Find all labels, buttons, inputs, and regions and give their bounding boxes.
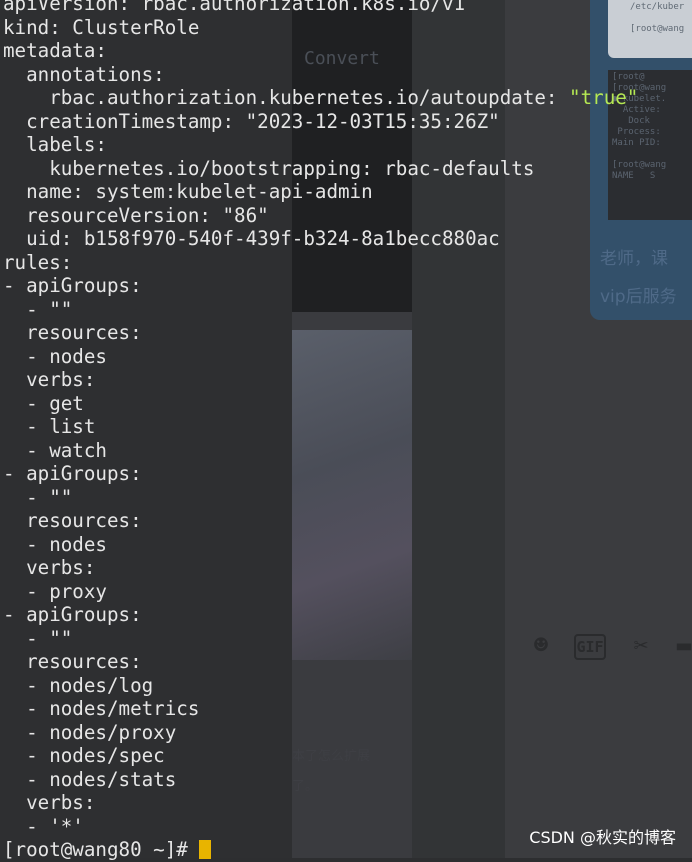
terminal-line: annotations: xyxy=(3,62,165,86)
watermark: CSDN @秋实的博客 xyxy=(529,828,676,847)
terminal-line: apiVersion: rbac.authorization.k8s.io/v1 xyxy=(3,0,466,15)
terminal-line: - nodes xyxy=(3,532,107,556)
terminal-line: - watch xyxy=(3,438,107,462)
terminal-line: rules: xyxy=(3,250,73,274)
terminal-line: - nodes xyxy=(3,344,107,368)
terminal-line: - nodes/proxy xyxy=(3,720,177,744)
terminal-line: kind: ClusterRole xyxy=(3,15,200,39)
terminal-window[interactable]: apiVersion: rbac.authorization.k8s.io/v1… xyxy=(0,0,638,861)
terminal-line: - nodes/stats xyxy=(3,767,177,791)
terminal-output: apiVersion: rbac.authorization.k8s.io/v1… xyxy=(3,0,638,862)
terminal-line: - apiGroups: xyxy=(3,274,142,297)
terminal-line: kubernetes.io/bootstrapping: rbac-defaul… xyxy=(3,156,535,180)
terminal-line: - "" xyxy=(3,485,73,509)
terminal-line: name: system:kubelet-api-admin xyxy=(3,180,373,203)
terminal-line: - proxy xyxy=(3,579,107,603)
terminal-line: resourceVersion: "86" xyxy=(3,203,269,227)
terminal-line: - apiGroups: xyxy=(3,462,142,485)
terminal-line: - nodes/log xyxy=(3,673,154,697)
terminal-line: metadata: xyxy=(3,39,107,62)
terminal-line: - list xyxy=(3,415,96,438)
folder-icon[interactable]: ▬ xyxy=(676,630,692,660)
terminal-line: verbs: xyxy=(3,556,96,579)
terminal-line: verbs: xyxy=(3,368,96,391)
terminal-line: - apiGroups: xyxy=(3,603,142,626)
terminal-line: verbs: xyxy=(3,791,96,814)
terminal-line: resources: xyxy=(3,509,142,532)
terminal-line: creationTimestamp: "2023-12-03T15:35:26Z… xyxy=(3,109,500,133)
terminal-line: rbac.authorization.kubernetes.io/autoupd… xyxy=(3,86,639,109)
terminal-line: - "" xyxy=(3,626,73,650)
terminal-line: resources: xyxy=(3,650,142,673)
terminal-line: - get xyxy=(3,391,84,415)
terminal-line: resources: xyxy=(3,321,142,344)
terminal-line: labels: xyxy=(3,133,107,156)
autoupdate-value: "true" xyxy=(569,86,639,109)
terminal-line: uid: b158f970-540f-439f-b324-8a1becc880a… xyxy=(3,227,500,250)
terminal-line: - nodes/metrics xyxy=(3,697,200,720)
terminal-cursor xyxy=(199,840,212,859)
terminal-line: - nodes/spec xyxy=(3,744,165,767)
terminal-line: - "" xyxy=(3,297,73,321)
